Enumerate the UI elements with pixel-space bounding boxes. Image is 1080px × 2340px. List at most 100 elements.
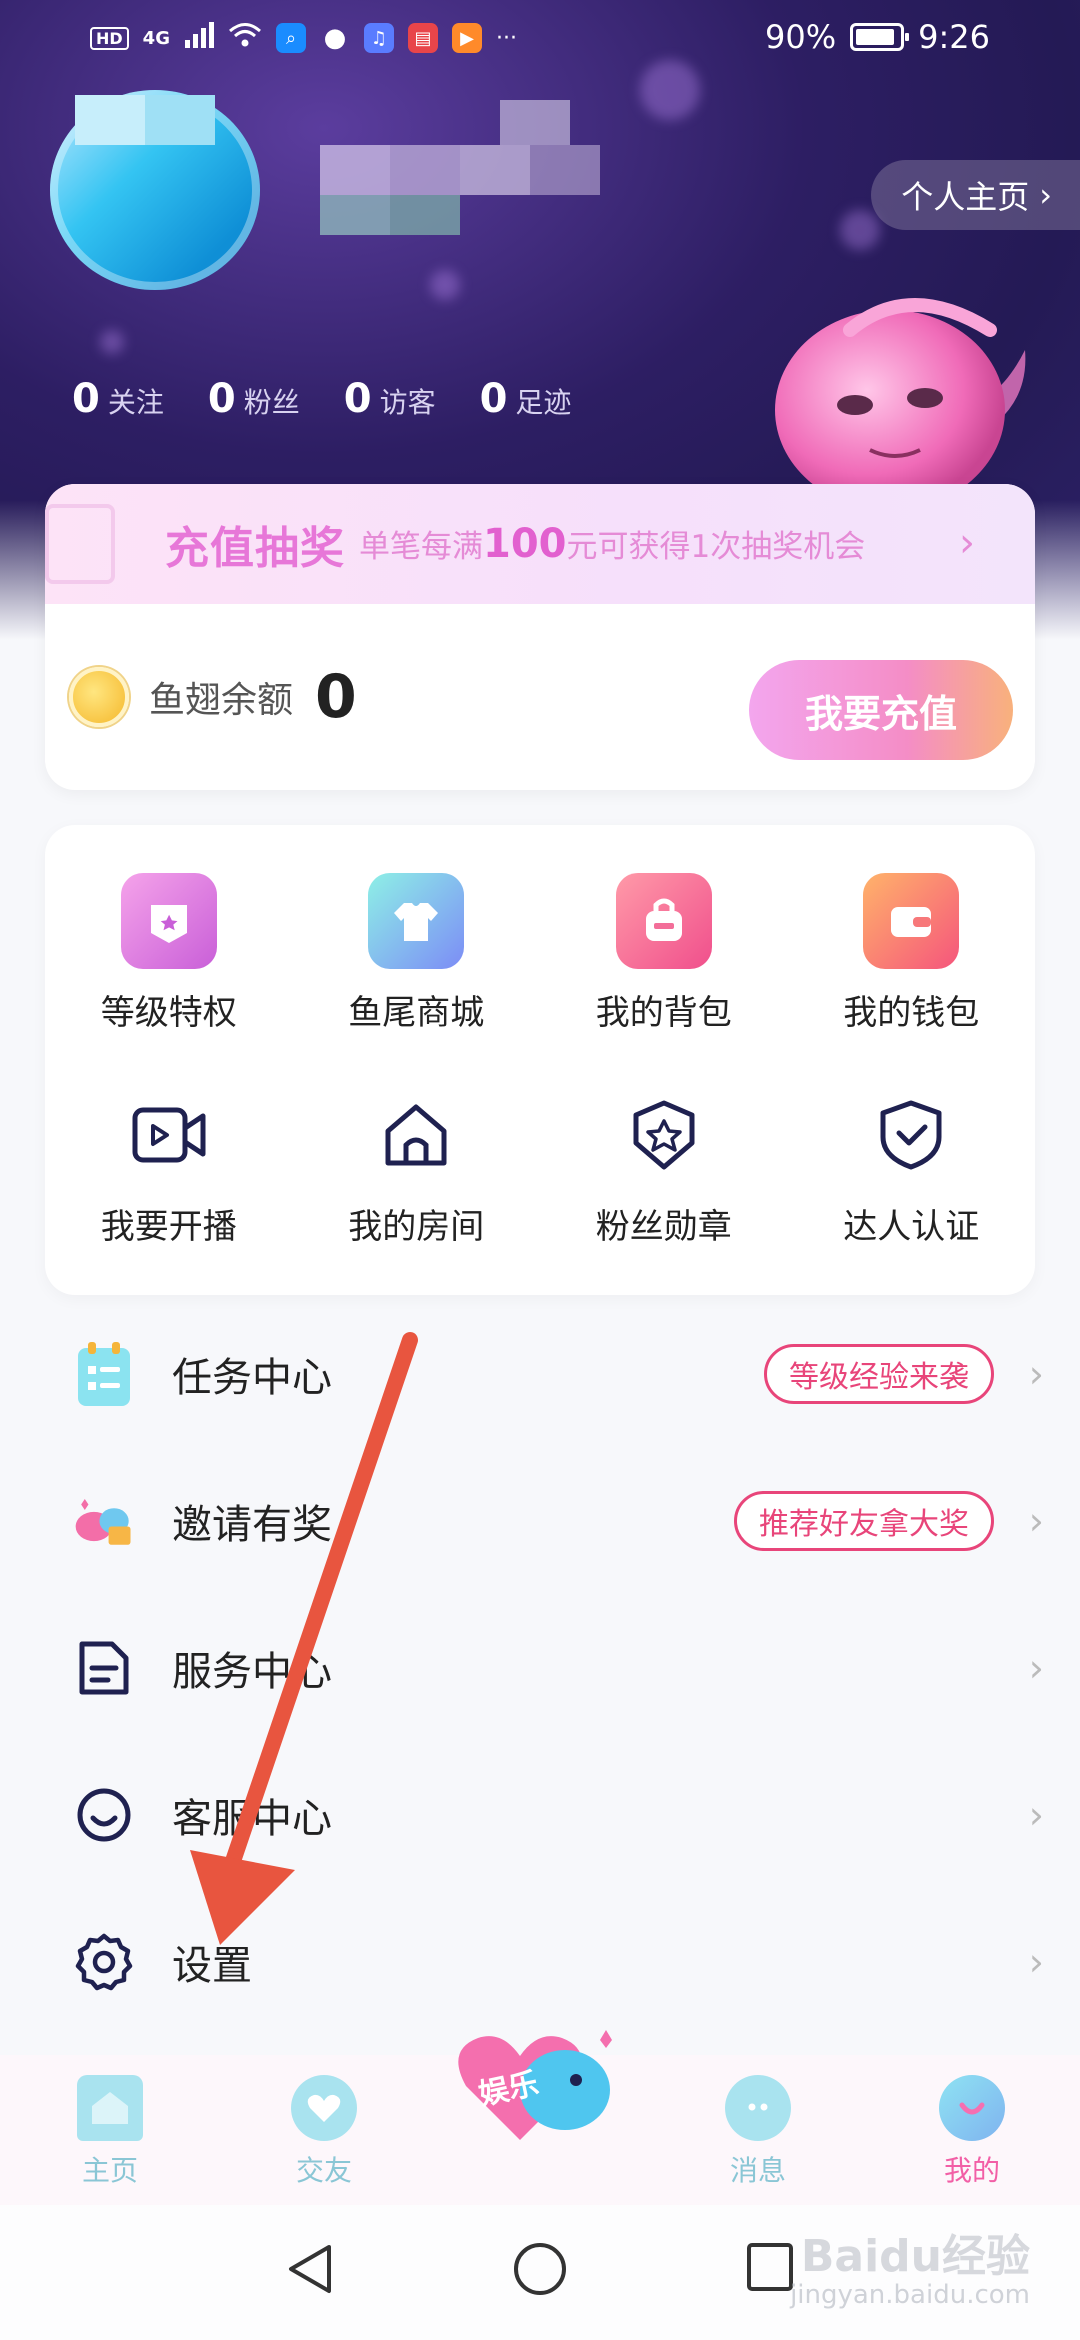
task-list-icon bbox=[72, 1341, 136, 1406]
watermark-brand: Baidu经验 bbox=[800, 2231, 1030, 2283]
stat-label: 访客 bbox=[379, 386, 436, 419]
promo-title: 充值抽奖 bbox=[165, 523, 345, 574]
reader-app-icon: ▤ bbox=[407, 23, 438, 53]
profile-page-link[interactable]: 个人主页 › bbox=[871, 160, 1080, 230]
watermark-url: jingyan.baidu.com bbox=[790, 2280, 1030, 2311]
list-item-service-center[interactable]: 服务中心 › bbox=[0, 1594, 1080, 1741]
grid-item-backpack[interactable]: 我的背包 bbox=[540, 873, 788, 1034]
chevron-right-icon: › bbox=[959, 520, 975, 566]
nav-label: 我的 bbox=[943, 2154, 1000, 2187]
grid-item-label: 达人认证 bbox=[843, 1207, 980, 1247]
list-item-label: 设置 bbox=[172, 1942, 252, 1989]
grid-item-label: 鱼尾商城 bbox=[348, 993, 485, 1033]
balance-label: 鱼翅余额 bbox=[149, 680, 294, 721]
nav-label: 消息 bbox=[729, 2154, 786, 2187]
recharge-lottery-banner[interactable]: 充值抽奖 单笔每满100元可获得1次抽奖机会 › bbox=[45, 484, 1035, 604]
profile-stats: 0 关注 0 粉丝 0 访客 0 足迹 bbox=[72, 376, 571, 422]
wallet-icon bbox=[863, 873, 960, 969]
stat-label: 足迹 bbox=[515, 386, 572, 419]
network-type: 4G bbox=[142, 27, 170, 49]
backpack-icon bbox=[615, 873, 712, 969]
stat-visitors[interactable]: 0 访客 bbox=[344, 376, 436, 422]
home-circle-icon[interactable] bbox=[512, 2241, 568, 2301]
promo-description: 单笔每满100元可获得1次抽奖机会 bbox=[359, 521, 865, 567]
level-privilege-icon bbox=[120, 873, 217, 969]
home-icon bbox=[77, 2075, 143, 2141]
grid-item-start-live[interactable]: 我要开播 bbox=[45, 1087, 293, 1248]
heart-icon bbox=[291, 2075, 357, 2141]
stat-value: 0 bbox=[207, 376, 236, 422]
back-triangle-icon[interactable] bbox=[285, 2241, 335, 2301]
grid-item-fan-medal[interactable]: 粉丝勋章 bbox=[540, 1087, 788, 1248]
list-item-label: 客服中心 bbox=[172, 1795, 332, 1842]
invite-gift-icon bbox=[72, 1489, 136, 1553]
list-item-label: 任务中心 bbox=[172, 1354, 332, 1401]
promo-desc-suffix: 元可获得1次抽奖机会 bbox=[566, 529, 866, 565]
shop-shirt-icon bbox=[368, 873, 465, 969]
grid-item-label: 等级特权 bbox=[100, 993, 237, 1033]
stat-value: 0 bbox=[72, 376, 100, 422]
grid-item-wallet[interactable]: 我的钱包 bbox=[788, 873, 1036, 1034]
search-app-icon: ⌕ bbox=[275, 23, 306, 53]
nav-me[interactable]: 我的 bbox=[917, 2075, 1027, 2189]
list-item-label: 服务中心 bbox=[172, 1648, 332, 1695]
grid-item-label: 我的钱包 bbox=[843, 993, 980, 1033]
recharge-button[interactable]: 我要充值 bbox=[749, 660, 1013, 760]
stat-label: 粉丝 bbox=[243, 386, 300, 419]
signal-icon bbox=[184, 22, 214, 54]
balance-value: 0 bbox=[315, 662, 357, 732]
stat-label: 关注 bbox=[107, 386, 164, 419]
house-icon bbox=[368, 1087, 464, 1183]
profile-link-label: 个人主页 bbox=[901, 178, 1030, 216]
shield-check-icon bbox=[863, 1087, 959, 1183]
gift-box-icon bbox=[45, 504, 115, 584]
video-camera-icon bbox=[121, 1087, 217, 1183]
nav-messages[interactable]: 消息 bbox=[703, 2075, 813, 2189]
level-exp-badge: 等级经验来袭 bbox=[764, 1343, 994, 1404]
nav-label: 交友 bbox=[295, 2154, 352, 2187]
chevron-right-icon: › bbox=[1028, 1939, 1044, 1984]
balance-row: 鱼翅余额 0 我要充值 bbox=[45, 604, 1035, 790]
promo-amount: 100 bbox=[483, 521, 567, 567]
more-notifications: ··· bbox=[495, 25, 517, 51]
coin-icon bbox=[69, 667, 129, 727]
grid-item-label: 粉丝勋章 bbox=[595, 1207, 732, 1247]
customer-service-icon bbox=[72, 1783, 136, 1847]
chat-app-icon: ● bbox=[323, 23, 347, 53]
feature-grid-row: 等级特权 鱼尾商城 我的背包 我的钱包 bbox=[45, 873, 1035, 1034]
feature-grid-row: 我要开播 我的房间 粉丝勋章 达人认证 bbox=[45, 1087, 1035, 1248]
chevron-right-icon: › bbox=[1028, 1498, 1044, 1543]
recents-square-icon[interactable] bbox=[745, 2241, 795, 2297]
battery-icon bbox=[850, 23, 910, 51]
list-item-invite-reward[interactable]: 邀请有奖 推荐好友拿大奖 › bbox=[0, 1447, 1080, 1594]
stat-footprints[interactable]: 0 足迹 bbox=[480, 376, 572, 422]
clock: 9:26 bbox=[918, 18, 990, 56]
nav-home[interactable]: 主页 bbox=[55, 2075, 165, 2189]
grid-item-level-privilege[interactable]: 等级特权 bbox=[45, 873, 293, 1034]
chevron-right-icon: › bbox=[1028, 1792, 1044, 1837]
chevron-right-icon: › bbox=[1039, 176, 1052, 214]
chevron-right-icon: › bbox=[1028, 1645, 1044, 1690]
battery-percent: 90% bbox=[765, 18, 837, 56]
list-item-customer-service[interactable]: 客服中心 › bbox=[0, 1741, 1080, 1888]
nav-dating[interactable]: 交友 bbox=[269, 2075, 379, 2189]
stat-fans[interactable]: 0 粉丝 bbox=[208, 376, 300, 422]
stat-value: 0 bbox=[479, 376, 508, 422]
music-app-icon: ♫ bbox=[363, 23, 394, 53]
nav-entertainment-button[interactable]: 娱乐 bbox=[450, 2000, 630, 2160]
grid-item-expert-certification[interactable]: 达人认证 bbox=[788, 1087, 1036, 1248]
grid-item-my-room[interactable]: 我的房间 bbox=[293, 1087, 541, 1248]
stat-following[interactable]: 0 关注 bbox=[72, 376, 164, 422]
message-icon bbox=[725, 2075, 791, 2141]
watermark: Baidu经验 jingyan.baidu.com bbox=[790, 2231, 1030, 2311]
grid-item-shop[interactable]: 鱼尾商城 bbox=[293, 873, 541, 1034]
hd-badge: HD bbox=[90, 26, 129, 50]
menu-list: 任务中心 等级经验来袭 › 邀请有奖 推荐好友拿大奖 › 服务中心 › 客服中心… bbox=[0, 1300, 1080, 2035]
service-document-icon bbox=[72, 1636, 136, 1700]
wifi-icon bbox=[228, 22, 262, 54]
gear-icon bbox=[72, 1930, 136, 1994]
feature-grid-card: 等级特权 鱼尾商城 我的背包 我的钱包 我要开播 我的房间 粉丝勋章 达人认证 bbox=[45, 825, 1035, 1295]
status-bar: HD 4G ⌕ ● ♫ ▤ ▶ ··· 90% 9:26 bbox=[0, 0, 1080, 80]
grid-item-label: 我的房间 bbox=[348, 1207, 485, 1247]
list-item-task-center[interactable]: 任务中心 等级经验来袭 › bbox=[0, 1300, 1080, 1447]
